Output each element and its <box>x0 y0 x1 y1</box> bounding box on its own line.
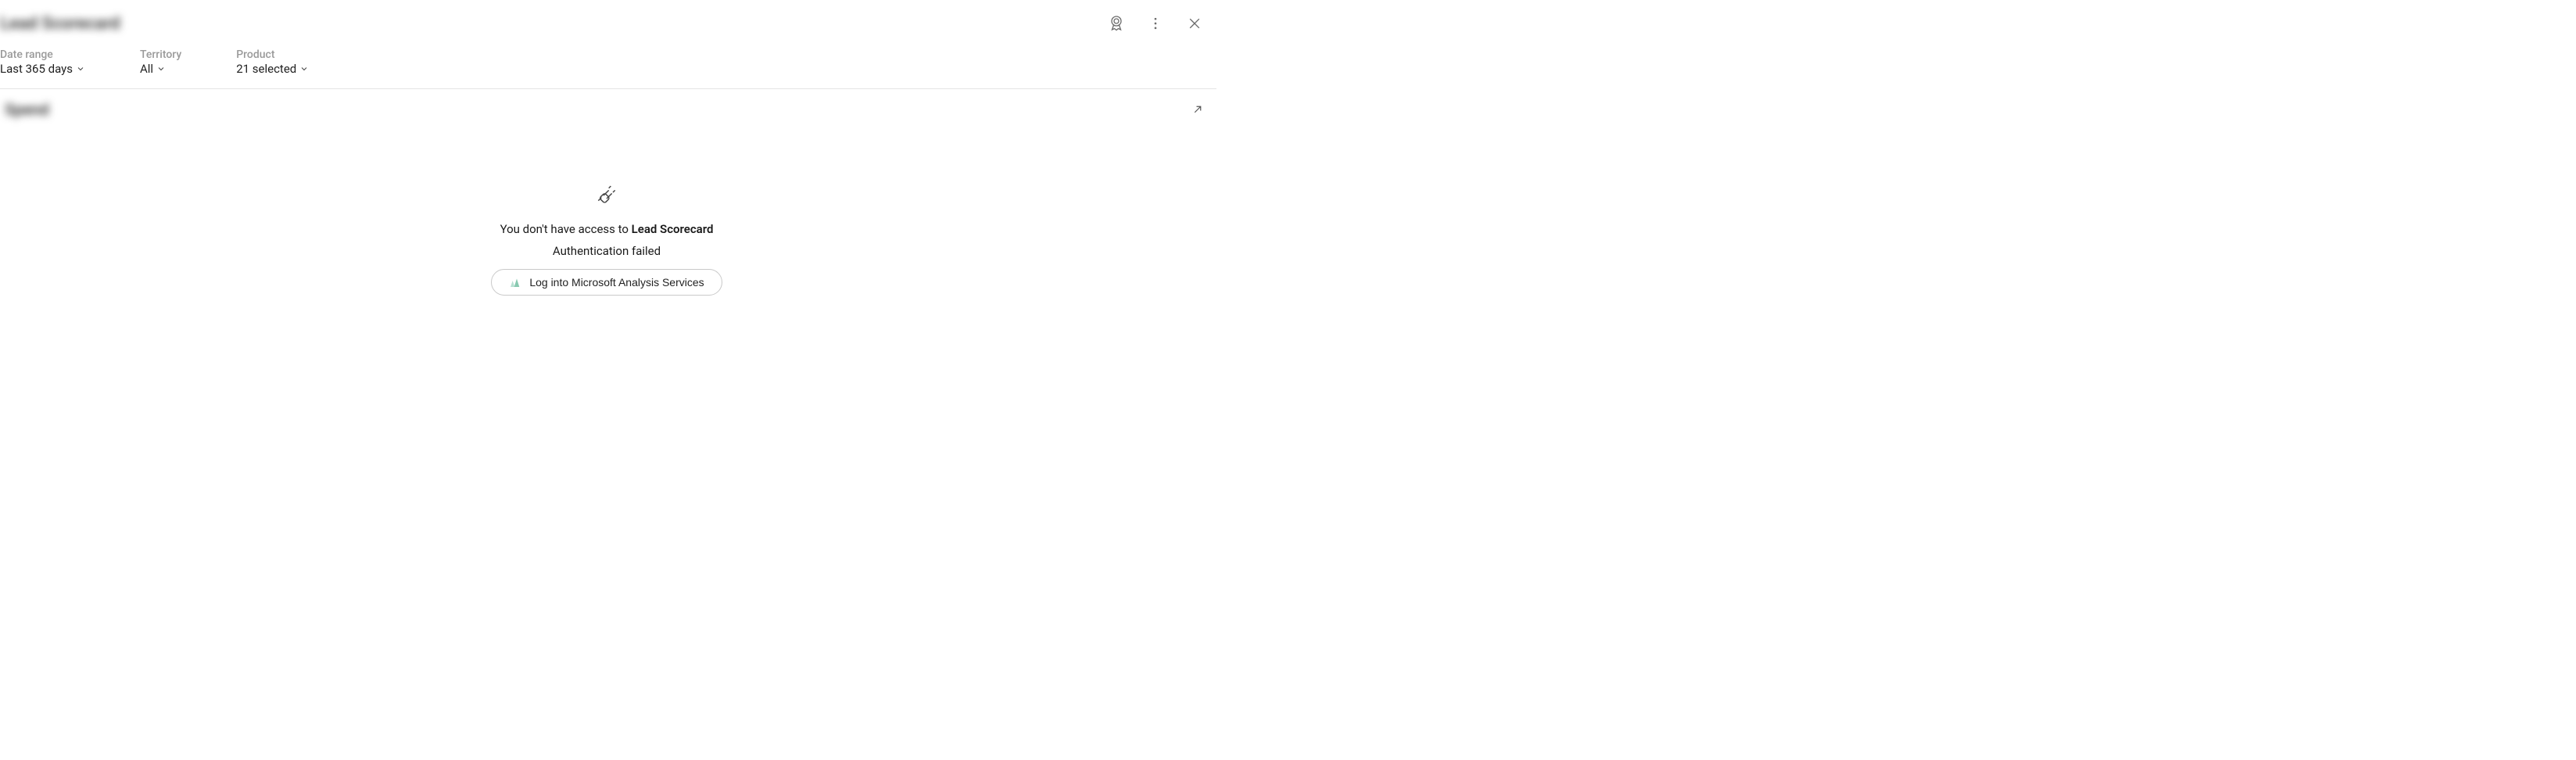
filter-product-label: Product <box>236 48 309 61</box>
filter-date-range-label: Date range <box>0 48 85 61</box>
section-title: Spend <box>5 100 49 119</box>
chevron-down-icon <box>156 64 166 73</box>
certificate-icon[interactable] <box>1101 8 1132 39</box>
chevron-down-icon <box>299 64 309 73</box>
filter-product-value: 21 selected <box>236 62 296 76</box>
filter-date-range[interactable]: Last 365 days <box>0 62 85 76</box>
filter-territory-value: All <box>140 62 153 76</box>
error-auth-failed-message: Authentication failed <box>553 244 661 258</box>
microsoft-analysis-icon <box>509 276 521 289</box>
filter-product[interactable]: 21 selected <box>236 62 309 76</box>
login-button-label: Log into Microsoft Analysis Services <box>529 276 704 289</box>
chevron-down-icon <box>76 64 85 73</box>
plug-icon <box>594 183 619 211</box>
more-options-icon[interactable] <box>1140 8 1171 39</box>
login-microsoft-analysis-button[interactable]: Log into Microsoft Analysis Services <box>491 269 722 296</box>
close-icon[interactable] <box>1179 8 1210 39</box>
filter-territory-label: Territory <box>140 48 181 61</box>
filter-date-range-value: Last 365 days <box>0 62 73 76</box>
expand-icon[interactable] <box>1187 99 1209 120</box>
page-title: Lead Scorecard <box>0 14 120 34</box>
error-no-access-message: You don't have access to Lead Scorecard <box>500 222 714 236</box>
filter-territory[interactable]: All <box>140 62 181 76</box>
